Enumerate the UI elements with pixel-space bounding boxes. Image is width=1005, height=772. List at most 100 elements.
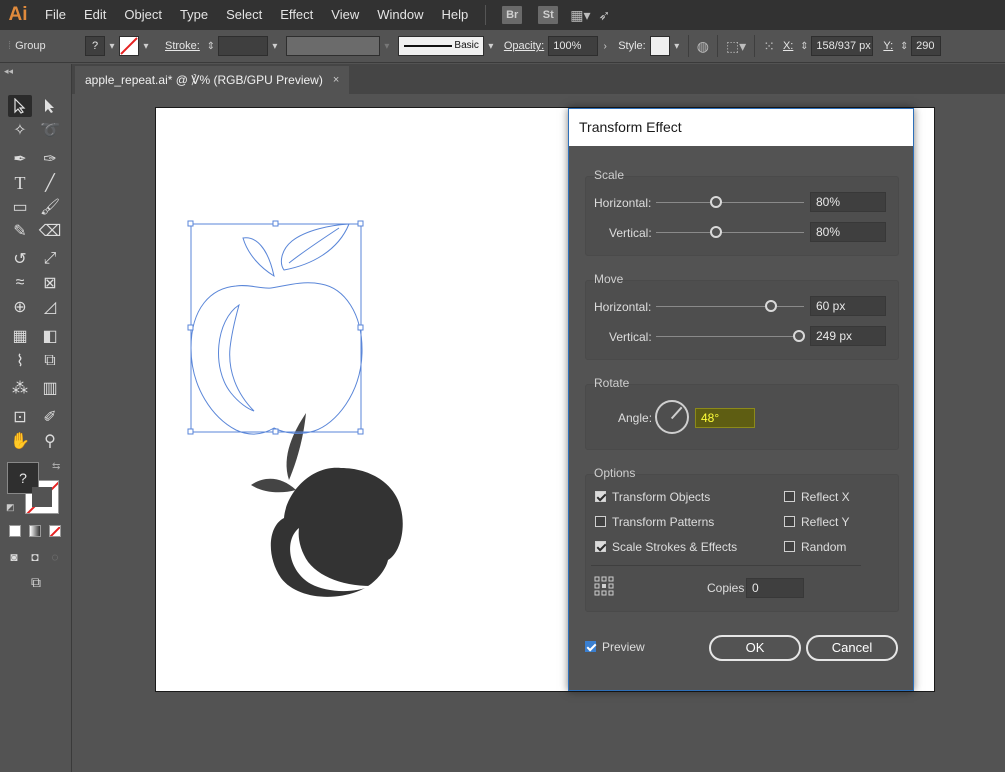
brush-dropdown-icon[interactable]: ▾ [484,41,498,52]
color-mode-button[interactable] [9,525,21,537]
fill-dropdown-icon[interactable]: ▾ [105,41,119,52]
menu-effect[interactable]: Effect [271,0,322,30]
column-graph-icon[interactable]: ▥ [38,377,62,399]
scale-strokes-label[interactable]: Scale Strokes & Effects [612,540,737,554]
default-fill-stroke-icon[interactable]: ◩ [6,502,15,513]
line-segment-icon[interactable]: ╱ [38,172,62,194]
menu-object[interactable]: Object [115,0,171,30]
angle-field[interactable]: 48° [695,408,755,428]
reflect-x-label[interactable]: Reflect X [801,490,850,504]
menu-type[interactable]: Type [171,0,217,30]
close-icon[interactable]: × [333,74,339,86]
preview-label[interactable]: Preview [602,640,645,654]
symbol-sprayer-icon[interactable]: ⁂ [8,377,32,399]
stroke-weight-stepper[interactable]: ⇕ [204,41,218,52]
stroke-label[interactable]: Stroke: [161,40,204,52]
paintbrush-icon[interactable]: 🖌 [38,196,62,218]
fill-swatch[interactable]: ? [85,36,105,56]
opacity-field[interactable]: 100% [548,36,599,56]
transform-objects-label[interactable]: Transform Objects [612,490,710,504]
scale-horizontal-field[interactable]: 80% [810,192,886,212]
draw-normal-icon[interactable]: ◙ [5,546,23,568]
random-checkbox[interactable] [784,541,795,552]
free-transform-icon[interactable]: ⊠ [38,272,62,294]
reflect-x-checkbox[interactable] [784,491,795,502]
gradient-tool-icon[interactable]: ◧ [38,325,62,347]
angle-dial[interactable] [655,400,689,434]
lasso-icon[interactable]: ➰ [38,119,62,141]
style-dropdown-icon[interactable]: ▾ [670,41,684,52]
transform-patterns-label[interactable]: Transform Patterns [612,515,714,529]
stroke-weight-dropdown-icon[interactable]: ▾ [268,41,282,52]
selected-apple-outline[interactable] [190,223,363,435]
transformed-apple-preview[interactable] [251,413,403,597]
slice-tool-icon[interactable]: ✐ [38,406,62,428]
random-label[interactable]: Random [801,540,846,554]
menu-window[interactable]: Window [368,0,432,30]
x-field[interactable]: 158/937 px [811,36,874,56]
screen-mode-icon[interactable]: ⧉ [23,571,49,593]
shaper-tool-icon[interactable]: ✎ [8,220,32,242]
opacity-arrow-icon[interactable]: › [598,41,612,52]
stroke-dropdown-icon[interactable]: ▾ [139,41,153,52]
brush-definition[interactable]: Basic [397,36,484,56]
move-vertical-slider-knob[interactable] [793,330,805,342]
document-tab[interactable]: apple_repeat.ai* @ ℣% (RGB/GPU Preview) … [75,66,350,94]
reflect-y-checkbox[interactable] [784,516,795,527]
scale-tool-icon[interactable]: ⤢ [38,248,62,270]
align-to-icon[interactable]: ⬚▾ [726,38,746,55]
scale-horizontal-slider[interactable] [656,202,804,203]
rectangle-tool-icon[interactable]: ▭ [8,196,32,218]
reference-point-locator-icon[interactable] [594,576,614,599]
eraser-icon[interactable]: ⌫ [38,220,62,242]
menu-select[interactable]: Select [217,0,271,30]
hand-tool-icon[interactable]: ✋ [8,430,32,452]
stroke-weight-field[interactable] [217,36,268,56]
workspace-layout-icon[interactable]: ▦▾ [570,7,590,24]
opacity-label[interactable]: Opacity: [500,40,548,52]
move-vertical-field[interactable]: 249 px [810,326,886,346]
scale-strokes-checkbox[interactable] [595,541,606,552]
recolor-artwork-icon[interactable]: ◍ [697,38,709,55]
transform-patterns-checkbox[interactable] [595,516,606,527]
y-stepper[interactable]: ⇕ [897,41,911,52]
gpu-rocket-icon[interactable]: ➶ [599,7,611,24]
direct-selection-tool-icon[interactable] [38,95,62,117]
magic-wand-icon[interactable]: ✧ [8,119,32,141]
selection-bounding-box[interactable] [187,220,364,435]
none-mode-button[interactable] [49,525,61,537]
warp-tool-icon[interactable]: ≈ [8,272,32,294]
reference-point-icon[interactable]: ⁙ [763,38,775,55]
y-field[interactable]: 290 [911,36,942,56]
draw-behind-icon[interactable]: ◘ [26,546,44,568]
selection-tool-icon[interactable] [8,95,32,117]
preview-checkbox[interactable] [585,641,596,652]
scale-vertical-slider[interactable] [656,232,804,233]
shape-builder-icon[interactable]: ⊕ [8,296,32,318]
gradient-mode-button[interactable] [29,525,41,537]
cancel-button[interactable]: Cancel [806,635,898,661]
move-horizontal-slider[interactable] [656,306,804,307]
move-horizontal-field[interactable]: 60 px [810,296,886,316]
transform-objects-checkbox[interactable] [595,491,606,502]
bridge-icon[interactable]: Br [502,6,523,24]
pen-tool-icon[interactable]: ✒ [8,148,32,170]
blend-tool-icon[interactable]: ⧉ [38,350,62,372]
type-tool-icon[interactable]: T [8,172,32,194]
graphic-style-swatch[interactable] [649,36,670,56]
reflect-y-label[interactable]: Reflect Y [801,515,849,529]
scale-horizontal-slider-knob[interactable] [710,196,722,208]
artboard-tool-icon[interactable]: ⊡ [8,406,32,428]
move-vertical-slider[interactable] [656,336,804,337]
variable-width-profile[interactable] [285,36,380,56]
draw-inside-icon[interactable]: ◌ [46,546,64,568]
stock-icon[interactable]: St [538,6,559,24]
x-stepper[interactable]: ⇕ [797,41,811,52]
eyedropper-icon[interactable]: ⌇ [8,350,32,372]
collapse-panel-icon[interactable]: ◂◂ [4,66,13,77]
menu-help[interactable]: Help [432,0,477,30]
rotate-tool-icon[interactable]: ↺ [8,248,32,270]
menu-view[interactable]: View [322,0,368,30]
ok-button[interactable]: OK [709,635,801,661]
swap-fill-stroke-icon[interactable]: ⇆ [52,461,60,472]
